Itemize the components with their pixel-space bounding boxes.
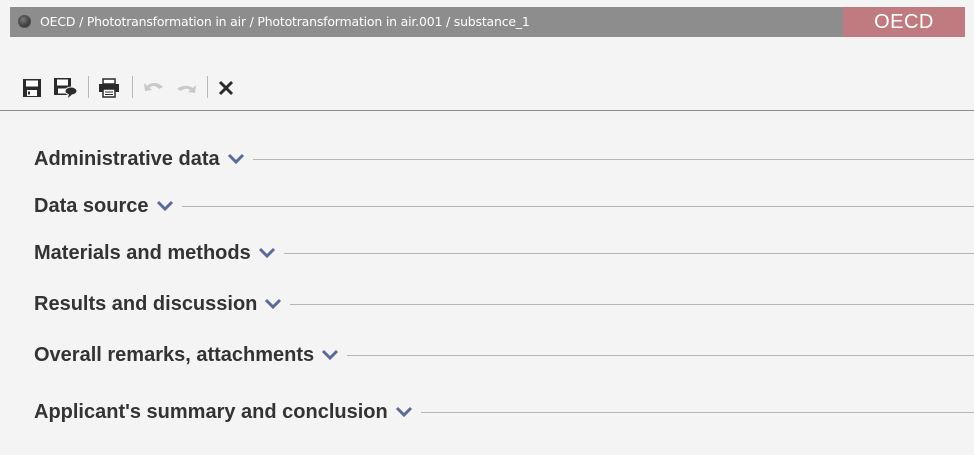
section-divider [283,252,974,254]
breadcrumb-bar: OECD / Phototransformation in air / Phot… [10,7,843,37]
section-divider [347,354,974,356]
close-button[interactable] [213,73,239,103]
redo-icon [177,85,196,93]
chevron-down-icon[interactable] [227,153,245,165]
section-title: Applicant's summary and conclusion [34,400,388,423]
undo-button[interactable] [140,73,168,103]
section-administrative-data[interactable]: Administrative data [34,144,974,174]
floppy-disk-icon [23,79,41,97]
section-divider [420,411,974,413]
chevron-down-icon[interactable] [258,247,276,259]
section-overall-remarks-attachments[interactable]: Overall remarks, attachments [34,340,974,370]
close-icon [218,80,234,96]
chevron-down-icon[interactable] [321,349,339,361]
section-applicants-summary-and-conclusion[interactable]: Applicant's summary and conclusion [34,397,974,427]
redo-button[interactable] [172,73,200,103]
section-results-and-discussion[interactable]: Results and discussion [34,289,974,319]
toolbar-divider [0,110,974,111]
breadcrumb: OECD / Phototransformation in air / Phot… [40,14,530,29]
status-indicator-icon [18,15,31,28]
chevron-down-icon[interactable] [264,298,282,310]
toolbar-separator [132,76,133,98]
section-title: Results and discussion [34,292,258,315]
undo-icon [144,83,163,91]
print-button[interactable] [95,73,123,103]
chevron-down-icon[interactable] [395,406,413,418]
save-as-button[interactable] [52,73,80,103]
section-materials-and-methods[interactable]: Materials and methods [34,238,974,268]
section-divider [181,205,974,207]
section-title: Overall remarks, attachments [34,343,315,366]
toolbar-separator [207,76,208,98]
chevron-down-icon[interactable] [156,200,174,212]
title-bar: OECD / Phototransformation in air / Phot… [0,0,974,38]
brand-badge: OECD [843,7,965,37]
section-title: Materials and methods [34,241,251,264]
section-divider [290,303,974,305]
section-title: Administrative data [34,147,220,170]
save-button[interactable] [20,73,44,103]
section-divider [252,158,974,160]
section-data-source[interactable]: Data source [34,191,974,221]
printer-icon [99,78,119,98]
toolbar-separator [88,76,89,98]
section-title: Data source [34,194,149,217]
save-as-icon [54,78,78,98]
